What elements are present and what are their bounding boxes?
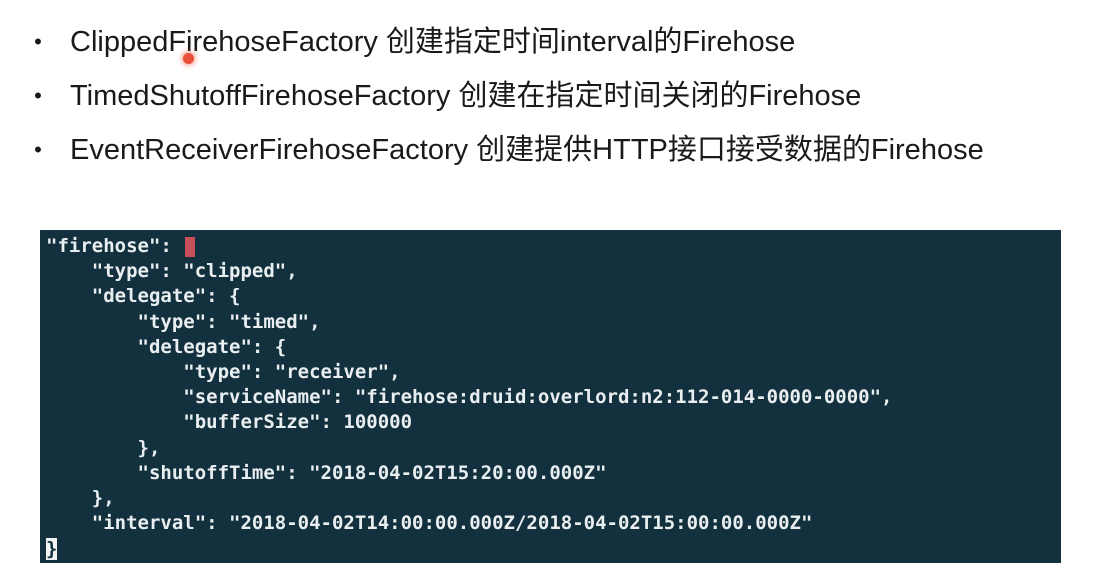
bullet-text: EventReceiverFirehoseFactory 创建提供HTTP接口接…	[70, 134, 984, 166]
code-line: "delegate": {	[46, 285, 241, 308]
text-cursor-icon: }	[46, 537, 58, 560]
code-line: "bufferSize": 100000	[46, 411, 413, 434]
terminal-code-block[interactable]: "firehose": "type": "clipped", "delegate…	[40, 230, 1061, 563]
laser-pointer-icon	[183, 53, 194, 64]
code-line: "interval": "2018-04-02T14:00:00.000Z/20…	[46, 512, 813, 535]
code-line: "type": "timed",	[46, 310, 321, 333]
bullet-list: • ClippedFirehoseFactory 创建指定时间interval的…	[30, 20, 1090, 182]
code-line: }	[46, 536, 1061, 561]
code-line: },	[46, 436, 161, 459]
code-line: "type": "clipped",	[46, 260, 298, 283]
code-line: "shutoffTime": "2018-04-02T15:20:00.000Z…	[46, 461, 607, 484]
bullet-item-clipped: • ClippedFirehoseFactory 创建指定时间interval的…	[30, 20, 1090, 74]
bullet-dot-icon: •	[34, 29, 42, 54]
selection-cursor-icon	[185, 236, 196, 257]
code-line: },	[46, 486, 115, 509]
code-line: "firehose":	[46, 234, 1061, 259]
bullet-dot-icon: •	[34, 137, 42, 162]
code-line: "serviceName": "firehose:druid:overlord:…	[46, 386, 893, 409]
code-line: "type": "receiver",	[46, 360, 401, 383]
bullet-dot-icon: •	[34, 83, 42, 108]
bullet-item-receiver: • EventReceiverFirehoseFactory 创建提供HTTP接…	[30, 128, 1090, 182]
bullet-item-timed: • TimedShutoffFirehoseFactory 创建在指定时间关闭的…	[30, 74, 1090, 128]
bullet-text: ClippedFirehoseFactory 创建指定时间interval的Fi…	[70, 26, 796, 58]
code-line: "delegate": {	[46, 335, 287, 358]
bullet-text: TimedShutoffFirehoseFactory 创建在指定时间关闭的Fi…	[70, 80, 862, 112]
